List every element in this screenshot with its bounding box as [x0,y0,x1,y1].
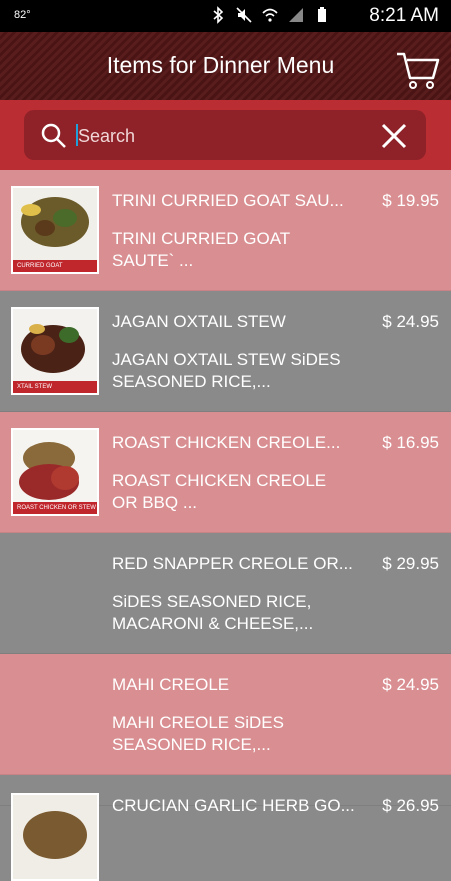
item-price: $ 19.95 [382,191,439,210]
status-bar: 82° 8:21 AM [0,0,451,32]
search-bar [0,100,451,170]
list-item[interactable]: ROAST CHICKEN OR STEW ROAST CHICKEN CREO… [0,412,451,533]
item-name: RED SNAPPER CREOLE OR... [112,554,353,573]
thumbnail-caption: XTAIL STEW [13,381,97,393]
battery-icon [318,7,326,22]
wifi-icon [262,8,278,22]
list-item[interactable]: RED SNAPPER CREOLE OR... SiDES SEASONED … [0,533,451,654]
item-name: TRINI CURRIED GOAT SAU... [112,191,344,210]
list-item[interactable]: MAHI CREOLE MAHI CREOLE SiDES SEASONED R… [0,654,451,775]
temperature-text: 82° [14,9,31,21]
search-input[interactable] [76,120,380,152]
item-name: JAGAN OXTAIL STEW [112,312,286,331]
item-price: $ 29.95 [382,554,439,573]
page-title: Items for Dinner Menu [106,52,335,78]
food-thumbnail: ROAST CHICKEN OR STEW [11,428,99,516]
item-description: JAGAN OXTAIL STEW SiDES SEASONED RICE,..… [112,350,341,391]
item-description: TRINI CURRIED GOAT SAUTE` ... [112,229,290,270]
food-thumbnail: CURRIED GOAT [11,186,99,274]
mute-icon [236,7,252,23]
item-name: ROAST CHICKEN CREOLE... [112,433,341,452]
bluetooth-icon [213,6,224,24]
item-price: $ 26.95 [382,796,439,815]
text-cursor [76,124,78,146]
search-icon [41,123,66,148]
item-description: ROAST CHICKEN CREOLE OR BBQ ... [112,471,327,512]
status-icons [209,6,331,24]
thumbnail-caption: CURRIED GOAT [13,260,97,272]
item-name: MAHI CREOLE [112,675,230,694]
thumbnail-caption: ROAST CHICKEN OR STEW [13,502,97,514]
search-box [24,110,426,160]
food-thumbnail [11,793,99,881]
item-description: MAHI CREOLE SiDES SEASONED RICE,... [112,713,284,754]
item-description: SiDES SEASONED RICE, MACARONI & CHEESE,.… [112,592,314,633]
item-name: CRUCIAN GARLIC HERB GO... [112,796,354,815]
item-price: $ 24.95 [382,675,439,694]
food-thumbnail: XTAIL STEW [11,307,99,395]
list-item[interactable]: CURRIED GOAT TRINI CURRIED GOAT SAU... T… [0,170,451,291]
signal-icon [289,8,303,22]
item-price: $ 24.95 [382,312,439,331]
close-icon[interactable] [380,122,408,150]
item-price: $ 16.95 [382,433,439,452]
shopping-cart-icon[interactable] [395,48,441,90]
list-item[interactable]: XTAIL STEW JAGAN OXTAIL STEW JAGAN OXTAI… [0,291,451,412]
list-item[interactable]: CRUCIAN GARLIC HERB GO... $ 26.95 [0,775,451,881]
menu-item-list: CURRIED GOAT TRINI CURRIED GOAT SAU... T… [0,170,451,881]
clock-text: 8:21 AM [369,5,439,26]
app-header: Items for Dinner Menu [0,32,451,100]
